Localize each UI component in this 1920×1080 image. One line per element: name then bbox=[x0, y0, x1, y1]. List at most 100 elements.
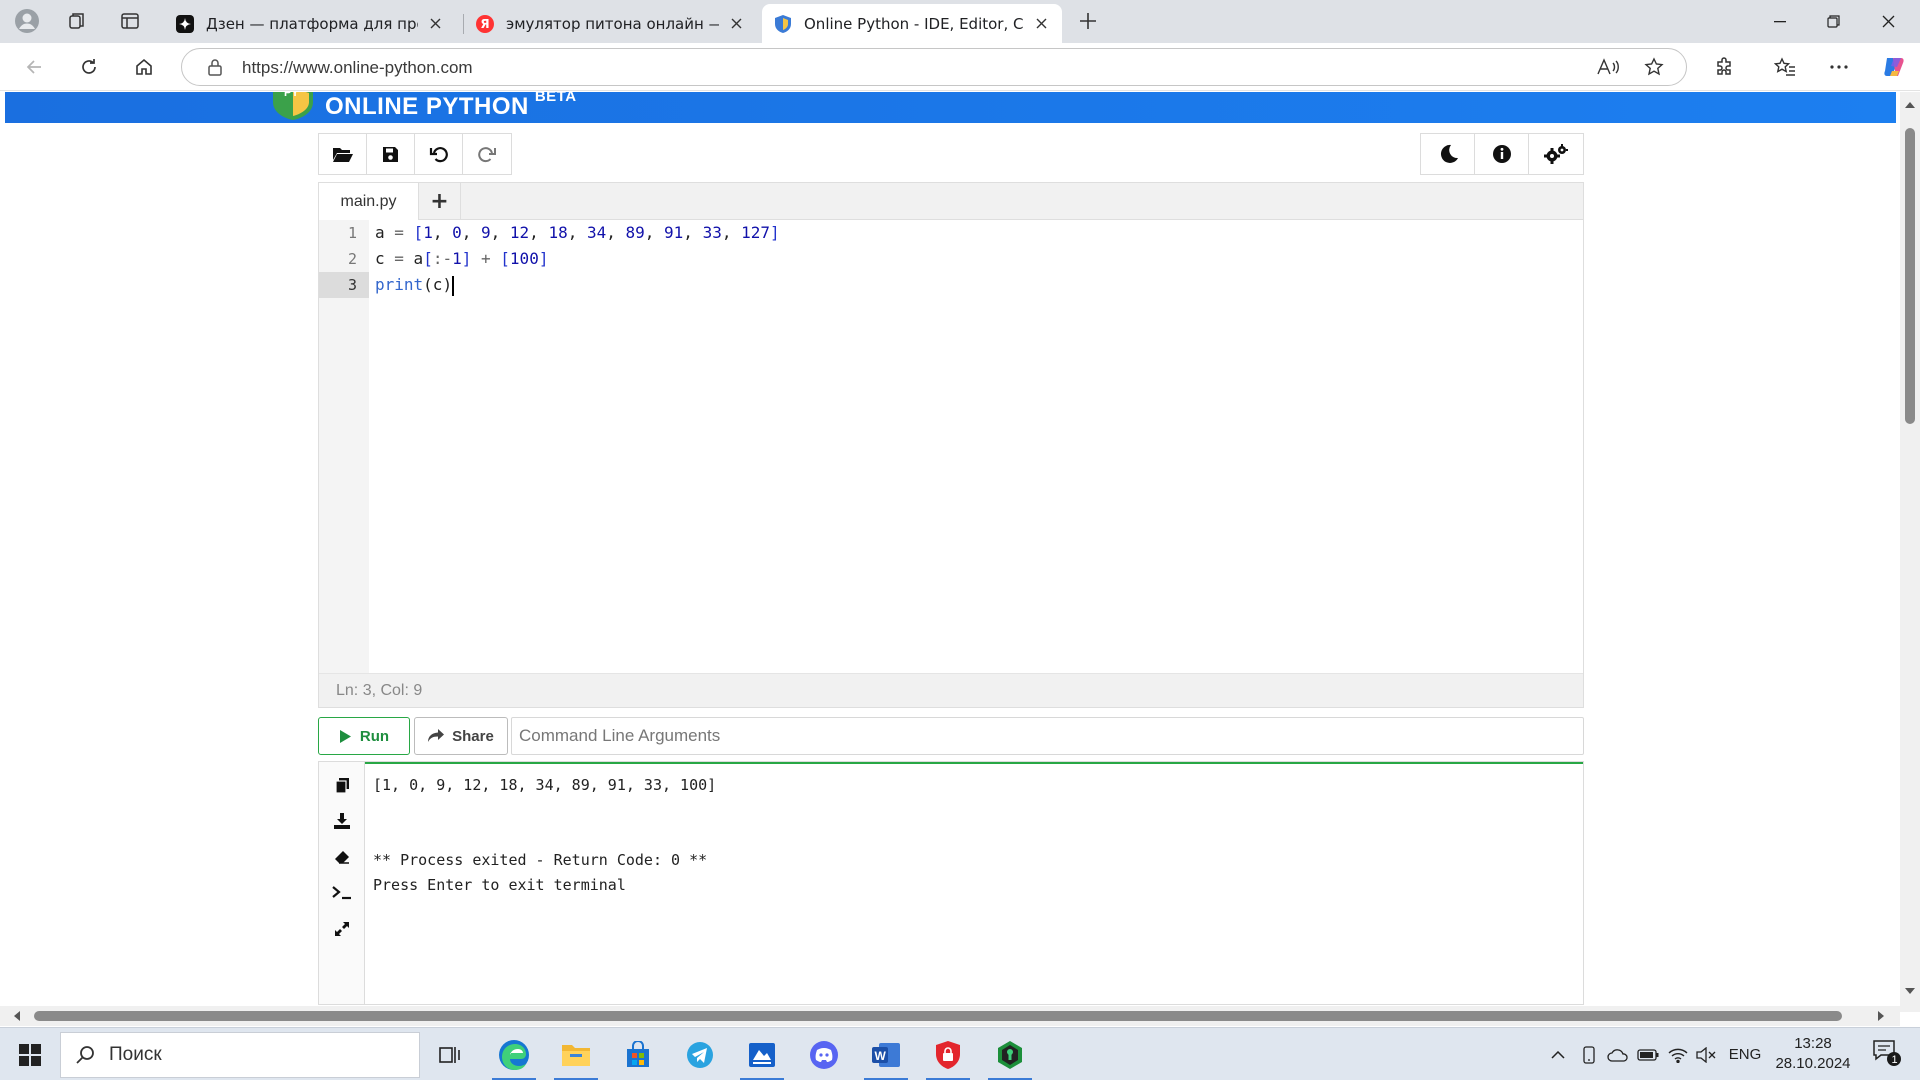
info-button[interactable] bbox=[1475, 134, 1529, 174]
taskbar-file-explorer[interactable] bbox=[550, 1034, 602, 1080]
taskbar-search-box[interactable]: Поиск bbox=[60, 1032, 420, 1078]
input-language-indicator[interactable]: ENG bbox=[1722, 1028, 1768, 1080]
dark-mode-button[interactable] bbox=[1421, 134, 1475, 174]
line-number-gutter: 1 2 3 bbox=[319, 220, 369, 674]
close-tab-icon[interactable] bbox=[1032, 15, 1050, 33]
undo-icon bbox=[429, 147, 448, 163]
favorite-star-icon[interactable] bbox=[1644, 57, 1664, 77]
code-editor: main.py + 1 2 3 a = [1, 0, 9, 12, 18, 34… bbox=[318, 182, 1584, 708]
horizontal-scrollbar[interactable] bbox=[0, 1006, 1900, 1026]
save-icon bbox=[383, 146, 398, 162]
discord-icon bbox=[810, 1041, 838, 1069]
restore-window-button[interactable] bbox=[1803, 0, 1863, 43]
expand-terminal-button[interactable] bbox=[329, 916, 355, 942]
tray-onedrive-icon[interactable] bbox=[1604, 1028, 1632, 1080]
terminal-output[interactable]: [1, 0, 9, 12, 18, 34, 89, 91, 33, 100] *… bbox=[365, 762, 1583, 1004]
line-number-active: 3 bbox=[319, 272, 369, 298]
save-button[interactable] bbox=[367, 134, 415, 174]
folder-open-icon bbox=[332, 148, 353, 162]
start-button[interactable] bbox=[4, 1034, 56, 1076]
workspaces-icon[interactable] bbox=[60, 6, 94, 36]
terminal-mode-button[interactable] bbox=[329, 880, 355, 906]
copilot-icon[interactable] bbox=[1876, 50, 1912, 84]
clock-time: 13:28 bbox=[1794, 1035, 1832, 1052]
download-output-button[interactable] bbox=[329, 808, 355, 834]
taskbar-word[interactable]: W bbox=[860, 1034, 912, 1080]
chevron-up-icon bbox=[1551, 1050, 1565, 1059]
system-clock[interactable]: 13:28 28.10.2024 bbox=[1768, 1034, 1858, 1074]
read-aloud-icon[interactable] bbox=[1597, 58, 1619, 76]
back-button[interactable] bbox=[16, 50, 52, 84]
taskbar-discord[interactable] bbox=[798, 1034, 850, 1076]
word-icon: W bbox=[872, 1043, 900, 1067]
address-bar[interactable]: https://www.online-python.com bbox=[181, 48, 1687, 86]
more-menu-icon[interactable] bbox=[1821, 50, 1857, 84]
tab-actions-icon[interactable] bbox=[113, 6, 147, 36]
vertical-scroll-thumb[interactable] bbox=[1905, 128, 1915, 424]
tab-title: эмулятор питона онлайн — Яндекс bbox=[506, 14, 719, 33]
task-view-button[interactable] bbox=[424, 1034, 476, 1076]
browser-tab-online-python[interactable]: Online Python - IDE, Editor, Compiler bbox=[762, 4, 1062, 43]
extensions-icon[interactable] bbox=[1706, 50, 1742, 84]
tray-device-icon[interactable] bbox=[1576, 1028, 1602, 1080]
site-info-icon[interactable] bbox=[207, 58, 223, 76]
line-number: 2 bbox=[347, 250, 357, 268]
run-button[interactable]: Run bbox=[318, 717, 410, 755]
brand-title[interactable]: ONLINE PYTHON BETA bbox=[325, 92, 577, 121]
store-icon bbox=[627, 1041, 649, 1067]
taskbar-edge[interactable] bbox=[488, 1034, 540, 1080]
new-tab-button[interactable] bbox=[1071, 6, 1105, 36]
close-tab-icon[interactable] bbox=[426, 15, 444, 33]
tray-battery-icon[interactable] bbox=[1634, 1028, 1662, 1080]
profile-icon[interactable] bbox=[10, 6, 44, 36]
scroll-left-arrow-icon bbox=[14, 1011, 20, 1021]
phone-link-icon bbox=[1583, 1045, 1595, 1064]
favorites-icon[interactable] bbox=[1767, 50, 1803, 84]
browser-tab-yandex[interactable]: Я эмулятор питона онлайн — Яндекс bbox=[464, 4, 757, 43]
play-icon bbox=[339, 729, 351, 743]
browser-tab-zen[interactable]: Дзен — платформа для просмотра bbox=[164, 4, 456, 43]
clear-output-button[interactable] bbox=[329, 844, 355, 870]
taskbar-file-manager[interactable] bbox=[736, 1034, 788, 1080]
scroll-up-arrow-icon bbox=[1905, 102, 1915, 108]
svg-text:PY: PY bbox=[284, 92, 299, 99]
vertical-scrollbar[interactable] bbox=[1900, 92, 1920, 1012]
refresh-button[interactable] bbox=[71, 50, 107, 84]
add-file-button[interactable]: + bbox=[419, 183, 461, 220]
minimize-window-button[interactable] bbox=[1750, 0, 1810, 43]
settings-button[interactable] bbox=[1529, 134, 1583, 174]
show-hidden-icons-button[interactable] bbox=[1544, 1028, 1572, 1080]
close-window-button[interactable] bbox=[1858, 0, 1918, 43]
taskbar-store[interactable] bbox=[612, 1034, 664, 1076]
line-number: 1 bbox=[347, 224, 357, 242]
redo-button[interactable] bbox=[463, 134, 511, 174]
zen-icon bbox=[176, 14, 194, 33]
taskbar-vpn[interactable] bbox=[922, 1034, 974, 1080]
output-line: ** Process exited - Return Code: 0 ** bbox=[373, 851, 708, 869]
undo-button[interactable] bbox=[415, 134, 463, 174]
edge-browser-icon bbox=[499, 1040, 529, 1070]
notification-center-button[interactable]: 1 bbox=[1872, 1038, 1902, 1068]
file-tab-main-py[interactable]: main.py bbox=[319, 183, 419, 220]
horizontal-scroll-thumb[interactable] bbox=[34, 1011, 1842, 1021]
taskbar-telegram[interactable] bbox=[674, 1034, 726, 1076]
shield-lock-icon bbox=[936, 1041, 960, 1069]
open-file-button[interactable] bbox=[319, 134, 367, 174]
code-line-2: c = a[:-1] + [100] bbox=[375, 249, 549, 268]
taskbar-hex-app[interactable] bbox=[984, 1034, 1036, 1080]
share-button[interactable]: Share bbox=[414, 717, 508, 755]
moon-icon bbox=[1440, 144, 1458, 163]
code-line-1: a = [1, 0, 9, 12, 18, 34, 89, 91, 33, 12… bbox=[375, 223, 780, 242]
tray-volume-icon[interactable] bbox=[1692, 1028, 1720, 1080]
copy-output-button[interactable] bbox=[329, 772, 355, 798]
code-text-area[interactable]: a = [1, 0, 9, 12, 18, 34, 89, 91, 33, 12… bbox=[369, 220, 1583, 674]
clock-date: 28.10.2024 bbox=[1775, 1055, 1851, 1072]
windows-logo-icon bbox=[19, 1044, 41, 1066]
terminal-prompt-icon bbox=[332, 886, 351, 900]
text-cursor bbox=[452, 275, 455, 296]
home-button[interactable] bbox=[126, 50, 162, 84]
command-line-arguments-input[interactable] bbox=[511, 717, 1584, 755]
task-view-icon bbox=[439, 1047, 460, 1063]
close-tab-icon[interactable] bbox=[727, 15, 745, 33]
tray-wifi-icon[interactable] bbox=[1664, 1028, 1692, 1080]
